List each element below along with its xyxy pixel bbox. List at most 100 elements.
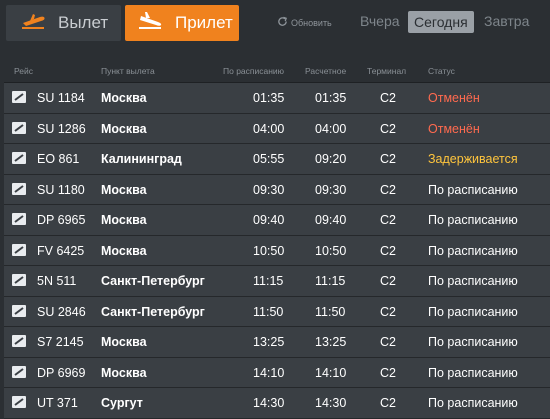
flight-number[interactable]: S7 2145: [37, 335, 84, 349]
terminal: C2: [380, 182, 396, 197]
origin-city: Москва: [101, 365, 147, 380]
scheduled-time: 13:25: [253, 335, 285, 349]
refresh-label: Обновить: [291, 17, 332, 28]
table-row[interactable]: 5N 511 Санкт-Петербург 11:15 11:15 C2 По расп…: [4, 266, 550, 297]
scheduled-time: 09:30: [253, 182, 285, 197]
table-row[interactable]: SU 1184 Москва 01:35 01:35 C2 Отменён: [4, 83, 550, 114]
expected-time: 04:00: [315, 121, 347, 136]
terminal: C2: [380, 335, 396, 349]
scheduled-time: 05:55: [253, 152, 285, 166]
top-bar: Вылет Прилет Обновить Вчера Сегодня Завт…: [0, 0, 550, 56]
landing-icon: [137, 11, 163, 35]
departures-label: Вылет: [58, 13, 109, 32]
arrivals-tab[interactable]: Прилет: [125, 5, 239, 41]
terminal: C2: [380, 396, 396, 410]
day-today[interactable]: Сегодня: [408, 11, 474, 33]
table-row[interactable]: DP 6969 Москва 14:10 14:10 C2 По расписанию: [4, 357, 550, 388]
airline-logo-icon: [12, 213, 26, 225]
flight-status: По расписанию: [428, 243, 518, 258]
table-row[interactable]: DP 6965 Москва 09:40 09:40 C2 По расписанию: [4, 205, 550, 236]
flight-number[interactable]: DP 6969: [37, 366, 85, 380]
terminal: C2: [380, 91, 396, 105]
expected-time: 10:50: [315, 243, 347, 258]
flight-status: Отменён: [428, 91, 480, 105]
airline-logo-icon: [12, 335, 26, 347]
expected-time: 09:20: [315, 152, 347, 166]
day-yesterday[interactable]: Вчера: [360, 13, 400, 29]
flight-status: По расписанию: [428, 213, 518, 227]
expected-time: 14:10: [315, 365, 347, 380]
col-origin: Пункт вылета: [101, 66, 155, 76]
terminal: C2: [380, 304, 396, 319]
scheduled-time: 11:15: [253, 274, 284, 288]
airline-logo-icon: [12, 365, 26, 378]
flight-status: По расписанию: [428, 304, 518, 319]
terminal: C2: [380, 365, 396, 380]
terminal: C2: [380, 121, 396, 136]
terminal: C2: [380, 243, 396, 258]
table-row[interactable]: SU 2846 Санкт-Петербург 11:50 11:50 C2 По рас…: [4, 296, 550, 327]
origin-city: Москва: [101, 213, 147, 227]
table-header: Рейс Пункт вылета По расписанию Расчетно…: [4, 58, 550, 83]
flight-number[interactable]: UT 371: [37, 396, 78, 410]
scheduled-time: 14:30: [253, 396, 285, 410]
flight-status: Задерживается: [428, 152, 518, 166]
scheduled-time: 09:40: [253, 213, 285, 227]
flight-number[interactable]: FV 6425: [37, 244, 84, 258]
airline-logo-icon: [12, 304, 26, 317]
table-row[interactable]: EO 861 Калининград 05:55 09:20 C2 Задерживает…: [4, 144, 550, 175]
col-status: Статус: [428, 66, 455, 76]
terminal: C2: [380, 274, 396, 288]
table-row[interactable]: SU 1180 Москва 09:30 09:30 C2 По расписанию: [4, 174, 550, 205]
origin-city: Москва: [101, 335, 147, 349]
origin-city: Сургут: [101, 396, 143, 410]
airline-logo-icon: [12, 91, 26, 103]
col-expected: Расчетное: [305, 66, 347, 76]
scheduled-time: 10:50: [253, 243, 285, 258]
flight-number[interactable]: SU 1184: [37, 91, 85, 105]
flight-number[interactable]: 5N 511: [37, 274, 76, 288]
expected-time: 09:40: [315, 213, 347, 227]
scheduled-time: 11:50: [253, 304, 284, 319]
table-row[interactable]: SU 1286 Москва 04:00 04:00 C2 Отменён: [4, 113, 550, 144]
flight-status: По расписанию: [428, 274, 518, 288]
flight-status: По расписанию: [428, 396, 518, 410]
col-terminal: Терминал: [367, 66, 407, 76]
departures-tab[interactable]: Вылет: [6, 5, 121, 41]
table-row[interactable]: FV 6425 Москва 10:50 10:50 C2 По расписанию: [4, 235, 550, 266]
expected-time: 11:15: [315, 274, 346, 288]
expected-time: 09:30: [315, 182, 347, 197]
expected-time: 13:25: [315, 335, 347, 349]
flight-number[interactable]: SU 2846: [37, 305, 86, 319]
terminal: C2: [380, 213, 396, 227]
airline-logo-icon: [12, 396, 26, 408]
flight-number[interactable]: SU 1286: [37, 122, 86, 136]
flight-number[interactable]: EO 861: [37, 152, 79, 166]
airline-logo-icon: [12, 121, 26, 134]
origin-city: Москва: [101, 121, 147, 136]
origin-city: Санкт-Петербург: [101, 274, 205, 288]
origin-city: Москва: [101, 243, 147, 258]
flight-status: По расписанию: [428, 335, 518, 349]
refresh-button[interactable]: Обновить: [277, 16, 332, 29]
day-tomorrow[interactable]: Завтра: [484, 13, 529, 29]
table-row[interactable]: S7 2145 Москва 13:25 13:25 C2 По расписанию: [4, 327, 550, 358]
origin-city: Санкт-Петербург: [101, 304, 205, 319]
flight-status: По расписанию: [428, 365, 518, 380]
flight-status: По расписанию: [428, 182, 518, 197]
origin-city: Калининград: [101, 152, 182, 166]
table-row[interactable]: UT 371 Сургут 14:30 14:30 C2 По расписанию: [4, 388, 550, 419]
origin-city: Москва: [101, 182, 147, 197]
flight-number[interactable]: SU 1180: [37, 183, 85, 197]
flights-list: SU 1184 Москва 01:35 01:35 C2 Отменён SU 1286 М…: [4, 83, 550, 419]
scheduled-time: 04:00: [253, 121, 285, 136]
flight-number[interactable]: DP 6965: [37, 213, 85, 227]
expected-time: 14:30: [315, 396, 347, 410]
takeoff-icon: [20, 12, 46, 35]
arrivals-label: Прилет: [175, 13, 233, 32]
refresh-icon: [277, 16, 288, 29]
airline-logo-icon: [12, 152, 26, 164]
col-scheduled: По расписанию: [223, 66, 285, 76]
airline-logo-icon: [12, 243, 26, 256]
origin-city: Москва: [101, 91, 147, 105]
